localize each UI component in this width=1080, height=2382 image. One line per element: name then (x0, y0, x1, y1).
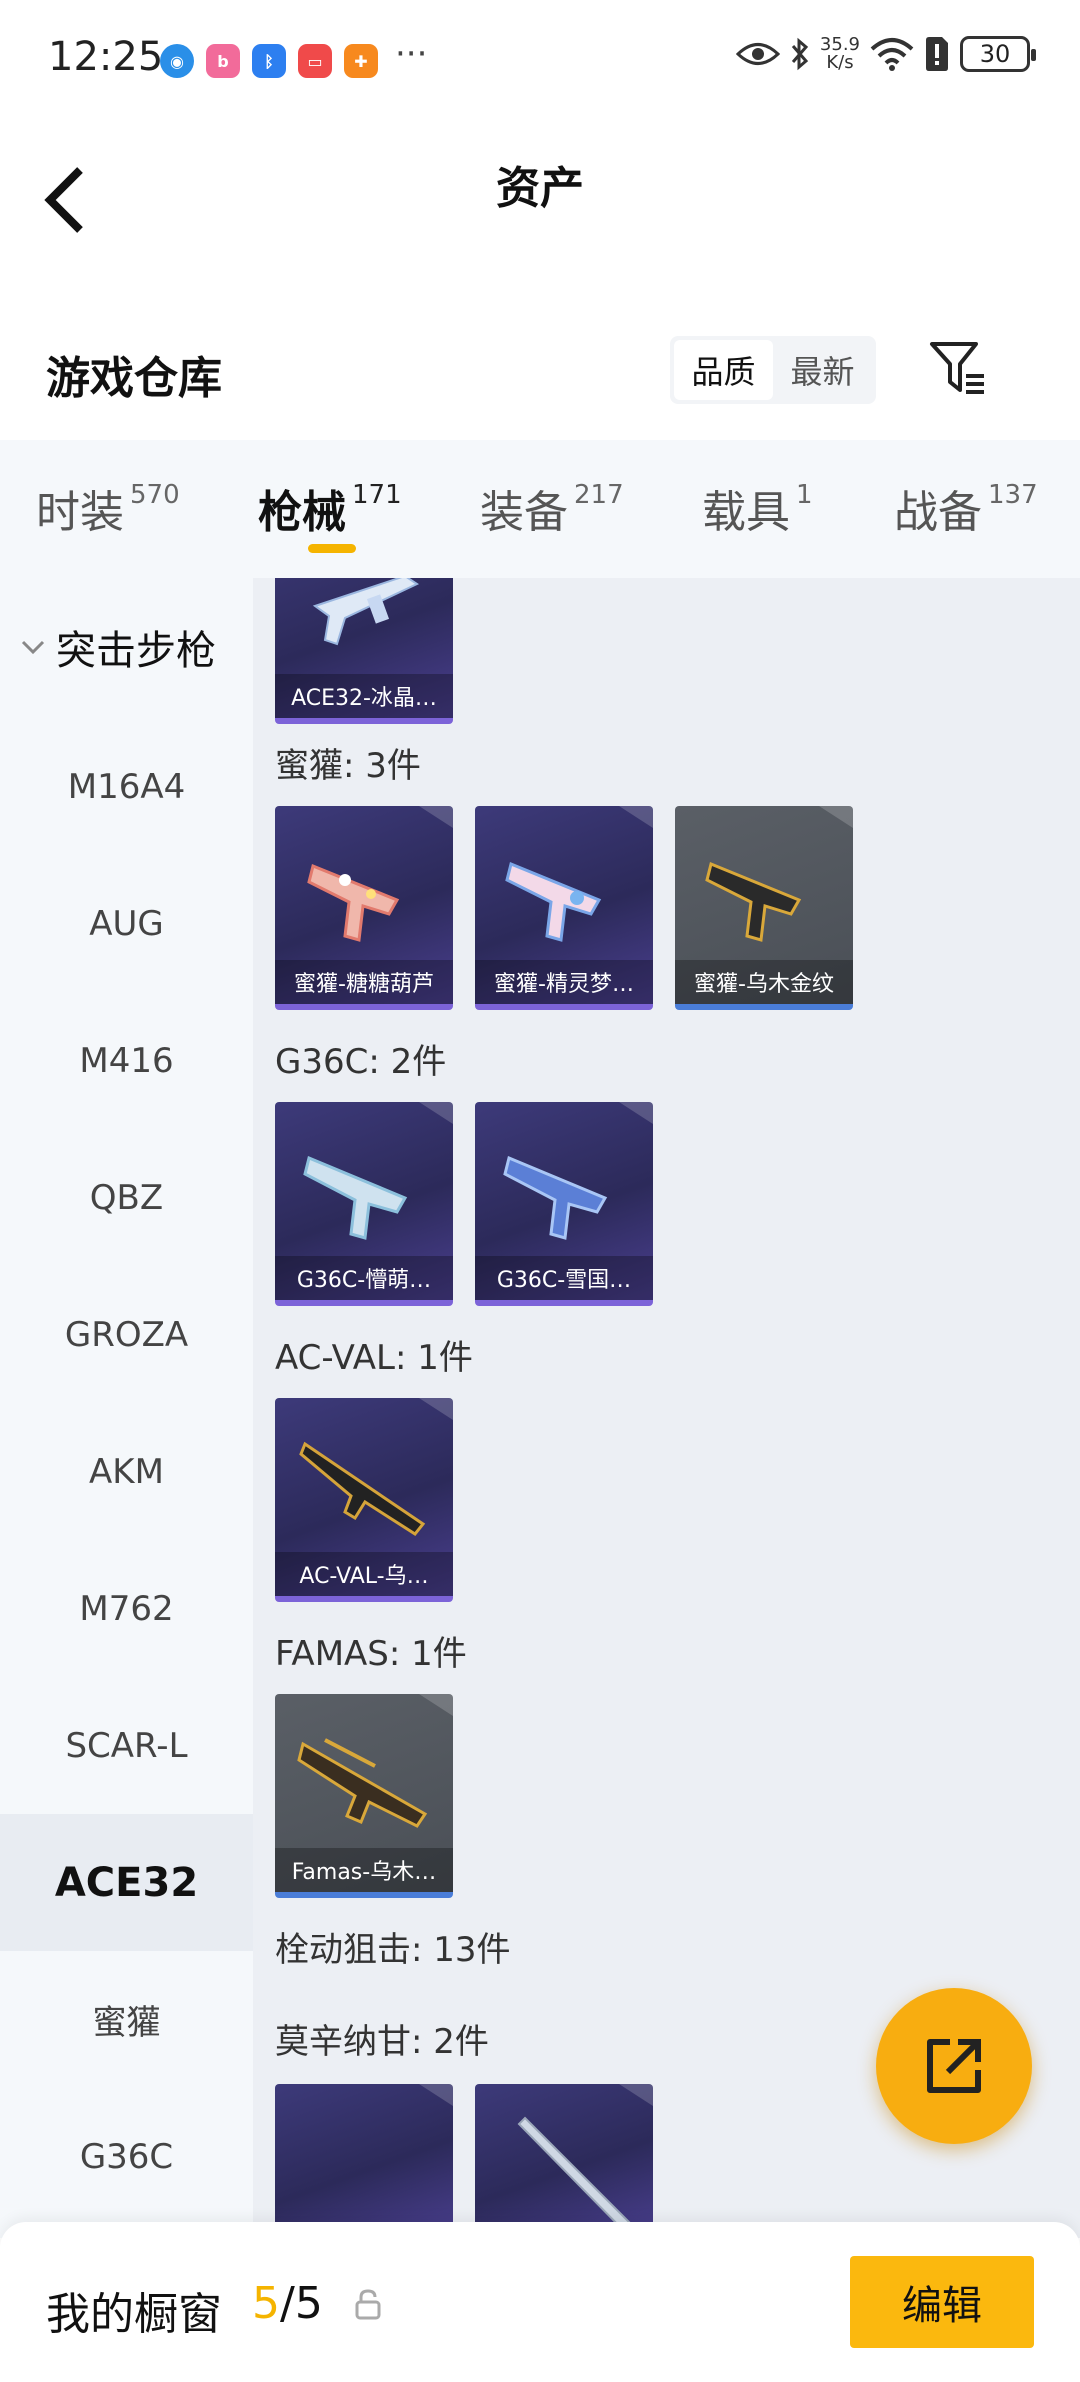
tab-vehicles[interactable]: 载具 1 (702, 476, 813, 540)
lock-icon (355, 2289, 381, 2320)
sidebar-item-g36c[interactable]: G36C (0, 2088, 253, 2225)
tab-fashion[interactable]: 时装 570 (36, 476, 180, 540)
tab-firearms[interactable]: 枪械 171 (258, 476, 402, 540)
filter-icon[interactable] (928, 338, 988, 398)
weapon-sidebar: 突击步枪 M16A4 AUG M416 QBZ GROZA AKM M762 S… (0, 578, 253, 2238)
sort-toggle: 品质 最新 (670, 336, 876, 404)
showcase-label: 我的橱窗 (46, 2289, 222, 2340)
warehouse-title: 游戏仓库 (46, 353, 222, 404)
skin-card[interactable]: AC-VAL-乌… (275, 1398, 453, 1602)
sidebar-item-m416[interactable]: M416 (0, 992, 253, 1129)
wifi-icon (870, 38, 914, 71)
rifle-image (312, 578, 420, 646)
browser-icon: ◉ (160, 44, 194, 78)
chevron-down-icon (21, 640, 45, 655)
edit-button[interactable]: 编辑 (850, 2256, 1034, 2348)
status-time: 12:25 (48, 34, 164, 80)
skin-card[interactable]: G36C-雪国… (475, 1102, 653, 1306)
sniper-rifle-image (517, 2116, 637, 2232)
skin-card-name: G36C-懵萌… (275, 1256, 453, 1300)
rifle-image (307, 863, 400, 942)
sort-quality-button[interactable]: 品质 (674, 340, 773, 400)
card-corner (419, 2084, 453, 2106)
tab-count: 570 (130, 480, 180, 510)
share-button[interactable] (876, 1988, 1032, 2144)
bluetooth-app-icon: ᛒ (252, 44, 286, 78)
group-label: FAMAS: 1件 (275, 1634, 467, 1674)
sidebar-item-m762[interactable]: M762 (0, 1540, 253, 1677)
bluetooth-icon (791, 37, 809, 71)
tab-label: 枪械 (258, 487, 346, 538)
group-label: G36C: 2件 (275, 1042, 447, 1082)
more-notifications-icon: ··· (395, 34, 428, 74)
active-tab-indicator (308, 544, 356, 553)
skin-card[interactable]: 蜜獾-精灵梦… (475, 806, 653, 1010)
status-indicators: 35.9 K/s 30 (735, 36, 1036, 72)
rifle-image (303, 1155, 408, 1240)
skin-card-name: 蜜獾-精灵梦… (475, 960, 653, 1004)
tab-count: 137 (988, 480, 1038, 510)
skin-card[interactable]: 蜜獾-乌木金纹 (675, 806, 853, 1010)
tab-label: 战备 (894, 487, 982, 538)
skin-card[interactable] (475, 2084, 653, 2238)
rifle-image (705, 861, 802, 942)
sidebar-item-qbz[interactable]: QBZ (0, 1129, 253, 1266)
eye-comfort-icon (735, 43, 780, 65)
group-label: 莫辛纳甘: 2件 (275, 2022, 489, 2062)
net-speed: 35.9 K/s (820, 36, 860, 72)
rifle-image (503, 1155, 608, 1240)
skin-card[interactable]: G36C-懵萌… (275, 1102, 453, 1306)
status-bar: 12:25 ◉ b ᛒ ▭ ✚ ··· 35.9 K/s 30 (0, 0, 1080, 120)
battery-indicator: 30 (960, 36, 1036, 72)
game-icon: ✚ (344, 44, 378, 78)
rifle-image (505, 861, 602, 942)
tab-supplies[interactable]: 战备 137 (894, 476, 1038, 540)
group-label: 蜜獾: 3件 (275, 746, 421, 786)
showcase-current: 5 (252, 2278, 280, 2329)
sort-newest-button[interactable]: 最新 (773, 340, 872, 400)
page-title: 资产 (496, 163, 584, 214)
skin-card-name: ACE32-冰晶… (275, 674, 453, 718)
net-speed-unit: K/s (826, 52, 854, 73)
tab-count: 1 (796, 480, 813, 510)
tab-count: 171 (352, 480, 402, 510)
sidebar-item-groza[interactable]: GROZA (0, 1266, 253, 1403)
tab-label: 装备 (480, 487, 568, 538)
sidebar-item-m16a4[interactable]: M16A4 (0, 718, 253, 855)
battery-level: 30 (979, 40, 1011, 68)
sidebar-category-assault-rifle[interactable]: 突击步枪 (20, 618, 216, 676)
skin-card[interactable]: Famas-乌木… (275, 1694, 453, 1898)
showcase-bar: 我的橱窗 5/5 编辑 (0, 2222, 1080, 2382)
skin-card-name: 蜜獾-糖糖葫芦 (275, 960, 453, 1004)
sidebar-item-aug[interactable]: AUG (0, 855, 253, 992)
rifle-image (299, 1441, 426, 1536)
skin-card-name: G36C-雪国… (475, 1256, 653, 1300)
sim-alert-icon (926, 37, 948, 71)
bilibili-icon: b (206, 44, 240, 78)
skin-card-name: AC-VAL-乌… (275, 1552, 453, 1596)
skin-card-name: 蜜獾-乌木金纹 (675, 960, 853, 1004)
sidebar-category-label: 突击步枪 (56, 628, 216, 674)
rifle-image (297, 1738, 428, 1828)
showcase-total: /5 (280, 2278, 323, 2329)
sidebar-item-honey-badger[interactable]: 蜜獾 (0, 1951, 253, 2088)
tab-equipment[interactable]: 装备 217 (480, 476, 624, 540)
tab-label: 时装 (36, 487, 124, 538)
group-label: AC-VAL: 1件 (275, 1338, 473, 1378)
skin-card[interactable] (275, 2084, 453, 2238)
skin-card[interactable]: ACE32-冰晶… (275, 578, 453, 724)
skin-card[interactable]: 蜜獾-糖糖葫芦 (275, 806, 453, 1010)
skin-card-name: Famas-乌木… (275, 1848, 453, 1892)
showcase-count: 5/5 (252, 2278, 323, 2329)
tab-count: 217 (574, 480, 624, 510)
tab-label: 载具 (702, 487, 790, 538)
sidebar-item-ace32[interactable]: ACE32 (0, 1814, 253, 1951)
category-tabs: 时装 570 枪械 171 装备 217 载具 1 战备 137 (0, 440, 1080, 578)
status-app-icons: ◉ b ᛒ ▭ ✚ (160, 44, 378, 78)
shop-icon: ▭ (298, 44, 332, 78)
group-label: 栓动狙击: 13件 (275, 1930, 511, 1970)
share-external-icon (927, 2039, 981, 2093)
sidebar-item-scar-l[interactable]: SCAR-L (0, 1677, 253, 1814)
sidebar-item-akm[interactable]: AKM (0, 1403, 253, 1540)
